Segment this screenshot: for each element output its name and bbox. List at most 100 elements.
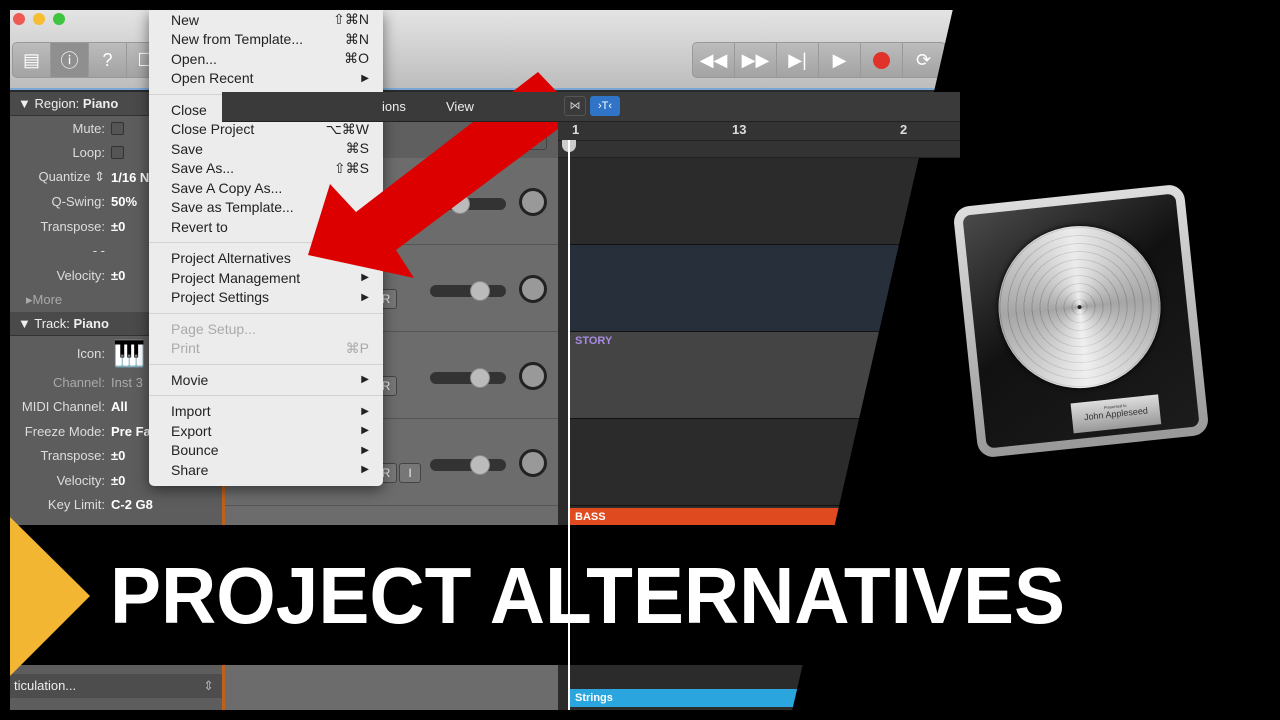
menu-item-label: Save A Copy As... bbox=[171, 179, 283, 196]
ruler[interactable]: 1 13 2 bbox=[558, 122, 960, 158]
menu-item-label: Bounce bbox=[171, 442, 219, 459]
menu-item-import[interactable]: Import ▶ bbox=[149, 402, 383, 422]
play-icon[interactable]: ▶ bbox=[819, 43, 861, 77]
slider-thumb[interactable] bbox=[470, 455, 490, 475]
volume-slider[interactable] bbox=[430, 455, 506, 475]
rewind-icon[interactable]: ◀◀ bbox=[693, 43, 735, 77]
menu-item-save-a-copy-as[interactable]: Save A Copy As... bbox=[149, 178, 383, 198]
row-value[interactable]: All bbox=[105, 399, 128, 414]
menu-item-label: Project Settings bbox=[171, 289, 270, 306]
inspector-row[interactable]: Key Limit: C-2 G8 bbox=[10, 493, 222, 518]
volume-slider[interactable] bbox=[430, 281, 506, 301]
volume-slider[interactable] bbox=[430, 194, 506, 214]
row-label: Mute: bbox=[72, 120, 105, 136]
view-menu[interactable]: View bbox=[446, 99, 474, 114]
menu-separator bbox=[149, 312, 383, 314]
zoom-window-button[interactable] bbox=[53, 13, 65, 25]
articulation-select[interactable]: ticulation... ⇕ bbox=[10, 674, 222, 698]
menu-item-print[interactable]: Print ⌘P bbox=[149, 339, 383, 359]
track-label: Track: bbox=[34, 316, 70, 331]
menu-item-bounce[interactable]: Bounce ▶ bbox=[149, 441, 383, 461]
submenu-arrow-icon: ▶ bbox=[361, 405, 369, 417]
snap-icon[interactable]: ›T‹ bbox=[590, 96, 620, 116]
menu-item-open[interactable]: Open... ⌘O bbox=[149, 49, 383, 69]
help-icon[interactable]: ? bbox=[89, 43, 127, 77]
piano-icon[interactable]: 🎹 bbox=[113, 338, 145, 369]
record-icon[interactable] bbox=[861, 43, 903, 77]
track-lane[interactable] bbox=[570, 158, 960, 245]
menu-item-page-setup[interactable]: Page Setup... bbox=[149, 319, 383, 339]
row-label: Key Limit: bbox=[47, 497, 105, 513]
row-value[interactable]: Inst 3 bbox=[105, 375, 143, 390]
pan-knob[interactable] bbox=[519, 362, 547, 390]
shortcut: ⌘O bbox=[344, 50, 369, 67]
track-options-icon[interactable]: ⊡ bbox=[525, 130, 547, 150]
submenu-arrow-icon: ▶ bbox=[361, 272, 369, 284]
menu-item-label: Import bbox=[171, 403, 211, 420]
menu-separator bbox=[149, 242, 383, 243]
playhead[interactable] bbox=[568, 140, 570, 710]
menu-item-label: New bbox=[171, 11, 200, 28]
row-label: Quantize ⇕ bbox=[38, 169, 105, 185]
slider-thumb[interactable] bbox=[470, 281, 490, 301]
row-value[interactable]: Pre Fa bbox=[105, 424, 151, 439]
input-monitor-button[interactable]: I bbox=[399, 463, 421, 483]
inspector-icon[interactable]: ⓘ bbox=[51, 43, 89, 77]
menu-item-new-from-template[interactable]: New from Template... ⌘N bbox=[149, 30, 383, 50]
pan-knob[interactable] bbox=[519, 188, 547, 216]
menu-item-new[interactable]: New ⇧⌘N bbox=[149, 10, 383, 30]
submenu-arrow-icon: ▶ bbox=[361, 72, 369, 84]
menu-item-save[interactable]: Save ⌘S bbox=[149, 139, 383, 159]
row-value[interactable]: ±0 bbox=[105, 473, 125, 488]
shortcut: ⌘S bbox=[345, 140, 369, 157]
slider-thumb[interactable] bbox=[470, 368, 490, 388]
functions-menu[interactable]: ions bbox=[382, 99, 406, 114]
pan-knob[interactable] bbox=[519, 449, 547, 477]
transport-controls: ◀◀ ▶▶ ▶| ▶ ⟳ bbox=[692, 42, 946, 78]
logic-pro-logo: Presented to John Appleseed bbox=[952, 183, 1210, 459]
catch-icon[interactable]: ⋈ bbox=[564, 96, 586, 116]
menu-item-save-as-template[interactable]: Save as Template... bbox=[149, 198, 383, 218]
menu-item-save-as[interactable]: Save As... ⇧⌘S bbox=[149, 159, 383, 179]
more-label: More bbox=[32, 292, 63, 308]
track-name: Piano bbox=[73, 316, 109, 331]
fast-forward-icon[interactable]: ▶▶ bbox=[735, 43, 777, 77]
row-label: Transpose: bbox=[40, 448, 105, 464]
row-label: Loop: bbox=[72, 145, 105, 161]
menu-item-open-recent[interactable]: Open Recent ▶ bbox=[149, 69, 383, 89]
menu-item-project-management[interactable]: Project Management ▶ bbox=[149, 268, 383, 288]
pan-knob[interactable] bbox=[519, 275, 547, 303]
menu-item-label: Page Setup... bbox=[171, 320, 256, 337]
menu-item-label: Revert to bbox=[171, 218, 228, 235]
menu-item-label: Share bbox=[171, 461, 209, 478]
menu-item-project-alternatives[interactable]: Project Alternatives bbox=[149, 249, 383, 269]
ruler-bar-2: 2 bbox=[900, 122, 908, 137]
menu-item-close-project[interactable]: Close Project ⌥⌘W bbox=[149, 120, 383, 140]
shortcut: ⌘N bbox=[344, 30, 369, 47]
menu-item-project-settings[interactable]: Project Settings ▶ bbox=[149, 288, 383, 308]
checkbox[interactable] bbox=[111, 121, 124, 135]
menu-item-label: Movie bbox=[171, 371, 209, 388]
row-value[interactable]: ±0 bbox=[105, 448, 125, 463]
row-label: - - bbox=[92, 243, 105, 259]
go-to-end-icon[interactable]: ▶| bbox=[777, 43, 819, 77]
library-icon[interactable]: ▤ bbox=[13, 43, 51, 77]
close-window-button[interactable] bbox=[13, 13, 25, 25]
submenu-arrow-icon: ▶ bbox=[361, 374, 369, 386]
menu-item-movie[interactable]: Movie ▶ bbox=[149, 370, 383, 390]
row-value[interactable]: C-2 G8 bbox=[105, 497, 153, 512]
row-value[interactable]: 50% bbox=[105, 194, 137, 209]
submenu-arrow-icon: ▶ bbox=[361, 444, 369, 456]
menu-item-share[interactable]: Share ▶ bbox=[149, 460, 383, 480]
volume-slider[interactable] bbox=[430, 368, 506, 388]
row-value[interactable]: ±0 bbox=[105, 219, 125, 234]
row-value[interactable]: ±0 bbox=[105, 268, 125, 283]
checkbox[interactable] bbox=[111, 146, 124, 160]
menu-item-label: Open Recent bbox=[171, 70, 254, 87]
menu-item-label: Project Management bbox=[171, 269, 301, 286]
menu-item-revert-to[interactable]: Revert to bbox=[149, 217, 383, 237]
menu-item-export[interactable]: Export ▶ bbox=[149, 421, 383, 441]
slider-thumb[interactable] bbox=[450, 194, 470, 214]
minimize-window-button[interactable] bbox=[33, 13, 45, 25]
region-label: Region: bbox=[34, 96, 80, 111]
